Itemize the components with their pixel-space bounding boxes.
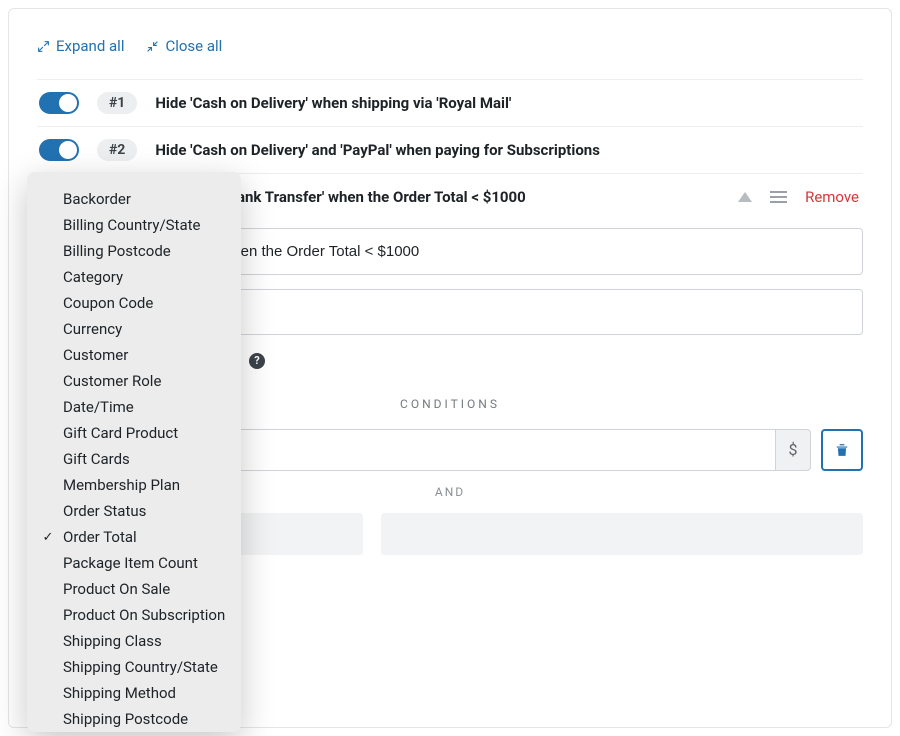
close-all-button[interactable]: Close all	[146, 37, 222, 55]
dropdown-item[interactable]: Product On Subscription	[27, 602, 241, 628]
delete-condition-button[interactable]	[821, 429, 863, 471]
dropdown-item[interactable]: Customer Role	[27, 368, 241, 394]
collapse-icon	[146, 40, 159, 53]
rule-title: Hide 'Cash on Delivery' when shipping vi…	[155, 94, 511, 112]
dropdown-item[interactable]: Gift Cards	[27, 446, 241, 472]
condition-value-input[interactable]	[189, 429, 775, 471]
rule-number-badge: #1	[97, 92, 137, 114]
expand-all-label: Expand all	[56, 37, 124, 55]
trash-icon	[835, 442, 849, 458]
dropdown-item[interactable]: Backorder	[27, 186, 241, 212]
rule-number-badge: #2	[97, 139, 137, 161]
rule-title: Hide 'Cash on Delivery' and 'PayPal' whe…	[155, 141, 600, 159]
dropdown-item-label: Shipping Country/State	[63, 658, 218, 676]
dropdown-item[interactable]: Date/Time	[27, 394, 241, 420]
dropdown-item[interactable]: Shipping Country/State	[27, 654, 241, 680]
rule-toggle[interactable]	[39, 139, 79, 161]
rule-toggle[interactable]	[39, 92, 79, 114]
rule-row[interactable]: #2 Hide 'Cash on Delivery' and 'PayPal' …	[37, 126, 863, 173]
dropdown-item-label: Customer	[63, 346, 128, 364]
dropdown-item[interactable]: Billing Postcode	[27, 238, 241, 264]
dropdown-item-label: Date/Time	[63, 398, 134, 416]
dropdown-item[interactable]: ✓ Order Total	[27, 524, 241, 550]
dropdown-item[interactable]: Gift Card Product	[27, 420, 241, 446]
check-icon: ✓	[41, 530, 55, 545]
dropdown-item-label: Shipping Postcode	[63, 710, 188, 728]
dropdown-item-label: Backorder	[63, 190, 131, 208]
dropdown-item[interactable]: Billing Country/State	[27, 212, 241, 238]
dropdown-item-label: Product On Subscription	[63, 606, 225, 624]
remove-rule-button[interactable]: Remove	[805, 188, 859, 206]
help-icon[interactable]: ?	[249, 353, 265, 369]
dropdown-item[interactable]: Coupon Code	[27, 290, 241, 316]
dropdown-item-label: Gift Card Product	[63, 424, 178, 442]
dropdown-item-label: Gift Cards	[63, 450, 130, 468]
dropdown-item[interactable]: Membership Plan	[27, 472, 241, 498]
dropdown-item-label: Currency	[63, 320, 122, 338]
dropdown-item[interactable]: Order Status	[27, 498, 241, 524]
dropdown-item[interactable]: Package Item Count	[27, 550, 241, 576]
condition-unit: $	[775, 429, 811, 471]
dropdown-item-label: Product On Sale	[63, 580, 170, 598]
dropdown-item-label: Customer Role	[63, 372, 161, 390]
add-condition-placeholder[interactable]	[381, 513, 863, 555]
dropdown-item-label: Coupon Code	[63, 294, 153, 312]
rule-title: ank Transfer' when the Order Total < $10…	[237, 188, 526, 206]
dropdown-item-label: Billing Country/State	[63, 216, 200, 234]
dropdown-item-label: Order Total	[63, 528, 137, 546]
dropdown-item-label: Membership Plan	[63, 476, 180, 494]
dropdown-item[interactable]: Customer	[27, 342, 241, 368]
close-all-label: Close all	[165, 37, 222, 55]
dropdown-item[interactable]: Category	[27, 264, 241, 290]
dropdown-item-label: Billing Postcode	[63, 242, 171, 260]
expand-all-button[interactable]: Expand all	[37, 37, 124, 55]
dropdown-item[interactable]: Product On Sale	[27, 576, 241, 602]
rule-row[interactable]: #1 Hide 'Cash on Delivery' when shipping…	[37, 79, 863, 126]
dropdown-item-label: Package Item Count	[63, 554, 198, 572]
dropdown-item[interactable]: Currency	[27, 316, 241, 342]
dropdown-item-label: Shipping Class	[63, 632, 162, 650]
dropdown-item[interactable]: Shipping Method	[27, 680, 241, 706]
dropdown-item[interactable]: Shipping Postcode	[27, 706, 241, 732]
collapse-rule-button[interactable]	[738, 192, 752, 202]
expand-icon	[37, 40, 50, 53]
condition-type-dropdown[interactable]: Backorder Billing Country/State Billing Po…	[27, 172, 241, 732]
drag-handle-icon[interactable]	[770, 191, 787, 203]
dropdown-item[interactable]: Shipping Class	[27, 628, 241, 654]
dropdown-item-label: Category	[63, 268, 123, 286]
dropdown-item-label: Shipping Method	[63, 684, 176, 702]
dropdown-item-label: Order Status	[63, 502, 146, 520]
